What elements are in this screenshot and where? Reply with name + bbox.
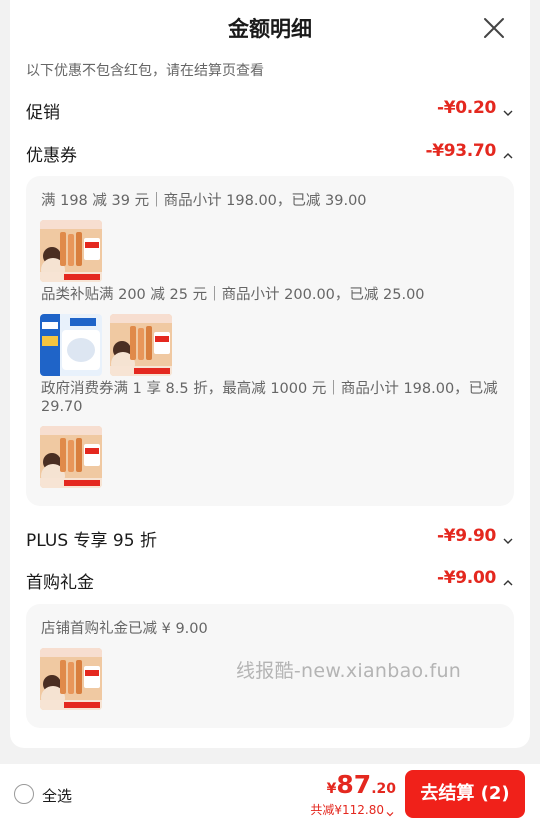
coupon-detail-box: 满 198 减 39 元｜商品小计 198.00，已减 39.00 品类补贴满 [26,176,514,506]
total-price: ¥87.20 [327,770,396,799]
discount-note: 以下优惠不包含红包，请在结算页查看 [26,63,264,79]
total-saved[interactable]: 共减¥112.80 [310,801,394,818]
coupon-row[interactable]: 优惠券 -¥93.70 [26,139,514,169]
total-decimal: .20 [371,781,396,797]
sheet-title: 金额明细 [228,17,312,41]
chevron-down-icon[interactable] [502,532,514,544]
chevron-up-icon[interactable] [502,574,514,586]
first-purchase-gift-amount: -¥9.00 [436,568,496,588]
chevron-down-icon [386,807,394,816]
close-icon[interactable] [482,16,506,40]
promotion-row[interactable]: 促销 -¥0.20 [26,96,514,126]
select-all-label[interactable]: 全选 [42,785,72,806]
product-thumbnail[interactable] [40,426,102,488]
coupon-label: 优惠券 [26,146,77,166]
gift-detail-text: 店铺首购礼金已减 ¥ 9.00 [41,621,208,637]
coupon-detail-2: 品类补贴满 200 减 25 元｜商品小计 200.00，已减 25.00 [41,287,425,303]
product-thumbnail[interactable] [110,314,172,376]
checkout-bar: 全选 ¥87.20 共减¥112.80 去结算 (2) [0,764,540,824]
first-purchase-gift-row[interactable]: 首购礼金 -¥9.00 [26,566,514,596]
plus-discount-label: PLUS 专享 95 折 [26,531,157,551]
promotion-amount: -¥0.20 [436,98,496,118]
checkout-button[interactable]: 去结算 (2) [405,770,525,818]
coupon-detail-1: 满 198 减 39 元｜商品小计 198.00，已减 39.00 [41,193,367,209]
promotion-label: 促销 [26,103,60,123]
first-purchase-gift-label: 首购礼金 [26,573,94,593]
product-thumbnail[interactable] [40,648,102,710]
total-saved-text: 共减¥112.80 [310,803,384,817]
coupon-detail-3: 政府消费券满 1 享 8.5 折，最高减 1000 元｜商品小计 198.00，… [41,381,498,415]
plus-discount-row[interactable]: PLUS 专享 95 折 -¥9.90 [26,524,514,554]
plus-discount-amount: -¥9.90 [436,526,496,546]
amount-detail-sheet: 金额明细 以下优惠不包含红包，请在结算页查看 促销 -¥0.20 优惠券 -¥9… [0,0,540,764]
coupon-amount: -¥93.70 [425,141,496,161]
product-thumbnail[interactable] [40,314,102,376]
total-currency: ¥ [326,781,337,797]
watermark: 线报酷-new.xianbao.fun [236,660,462,682]
chevron-up-icon[interactable] [502,147,514,159]
total-integer: 87 [336,770,372,799]
amount-detail-card: 金额明细 以下优惠不包含红包，请在结算页查看 促销 -¥0.20 优惠券 -¥9… [10,0,530,748]
sheet-header: 金额明细 [10,0,530,56]
select-all-radio[interactable] [14,784,34,804]
product-thumbnail[interactable] [40,220,102,282]
chevron-down-icon[interactable] [502,104,514,116]
